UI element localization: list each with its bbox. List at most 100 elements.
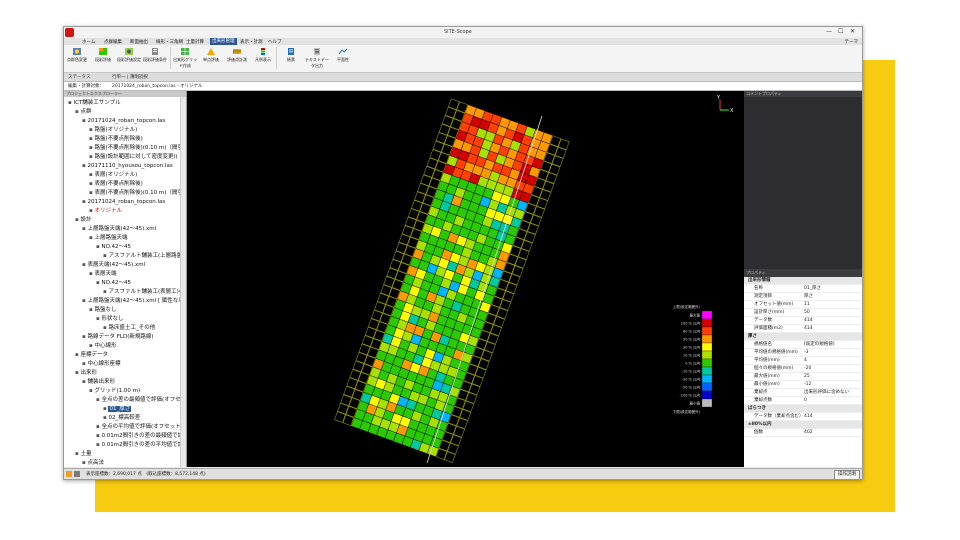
property-section[interactable]: 出来形情報 [744,277,862,285]
explorer-title: プロジェクトエクスプローラー [64,91,186,97]
help-button[interactable]: 操作説明 [834,470,860,479]
tree-item-label: 座標データ [80,352,108,358]
tree-item-label: 路盤(オリジナル) [94,127,138,133]
gradation-eval-icon [99,48,107,55]
tree-item[interactable]: ▪ 点高法 [82,458,104,467]
property-section[interactable]: ばらつき [744,405,862,413]
pointcloud-heatmap[interactable]: YX上限(設定範囲外)最大値100 % 以内80 % 以内50 % 以内30 %… [187,91,744,467]
tree-item-label: 中心線形座標 [87,361,121,367]
tree-item[interactable]: ▪ 0.01m2間引きの差の平均値で評価(オ [96,440,186,450]
property-row[interactable]: データ数 414 [744,317,862,325]
legend-swatch [701,382,713,392]
property-key: データ数 [754,318,772,323]
tree-item-label: 路盤(不要点削除後) [94,136,143,142]
property-key: 出来形情報 [748,278,771,283]
ribbon-button-single-point[interactable]: 単点評価 [198,47,224,63]
tree-item-label: 全点の平均値で評価(オフセット1 [101,424,185,430]
tree-item[interactable]: ▪ オリジナル [89,206,122,216]
tree-item-label: 02_標高較差 [108,415,141,421]
axis-x-label: X [730,108,734,114]
menu-as-built[interactable]: 出来形管理 [210,38,237,45]
property-key: オフセット値(mm) [754,302,794,307]
property-value: 出来形評価に含めない [804,390,849,395]
property-key: 最大値(mm) [754,374,780,379]
property-value: 11 [804,302,810,307]
property-value: [既定の規格値] [804,342,835,347]
property-row[interactable]: 設計厚さ(mm) 50 [744,309,862,317]
ribbon-toolbar: 点群色変更 段彩評価 段彩評価設定 段彩評価条件 出来形グリッド作成 単点評価 … [64,45,862,73]
ribbon-button-grid-create[interactable]: 出来形グリッド作成 [172,47,198,69]
tree-item-label: 表層(不要点削除後) [94,181,143,187]
legend-swatch [701,374,713,384]
3d-viewport[interactable]: Y X 上限(設定範囲外) 最大値 100 % 以内 80 % 以内 50 % 以内 30 %… [187,91,744,467]
save-icon[interactable] [74,471,80,477]
ribbon-button-gradation-conditions[interactable]: 段彩評価条件 [142,47,168,63]
tree-item-label: 舗装出来形 [87,379,115,385]
legend-swatch [701,390,713,400]
property-key: 厚さ [748,334,757,339]
property-key: 名称 [754,286,763,291]
property-row[interactable]: 測定項目 厚さ [744,293,862,301]
property-section[interactable]: 厚さ [744,333,862,341]
property-value: -3 [804,350,809,355]
property-row[interactable]: オフセット値(mm) 11 [744,301,862,309]
legend-swatch [701,366,713,376]
property-row[interactable]: 名称 01_厚さ [744,285,862,293]
app-window: SiTE-Scope — ☐ ✕ ホーム 点群編集 断面抽出 線形・三角網 土量… [63,26,863,480]
status-label: ステータス [68,75,91,80]
target-path-row: 編集・計算対象： 20171024_roban_topcon.las ‐ オリジ… [64,82,862,91]
text-export-icon [314,48,320,55]
tree-item-label: 形状なし [101,316,124,322]
minimize-button[interactable]: — [826,28,832,35]
property-key: 最小値(mm) [754,382,780,387]
property-row[interactable]: データ数（棄却点含む） 414 [744,413,862,421]
maximize-button[interactable]: ☐ [838,28,843,35]
tree-item-label: 路床盛土工_その他 [108,325,156,331]
property-row[interactable]: 最小値(mm) -12 [744,381,862,389]
property-value: -20 [804,366,812,371]
tree-item-label: 路盤なし [94,307,117,313]
property-row[interactable]: 平均値(mm) 4 [744,357,862,365]
property-grid: 出来形情報 名称 01_厚さ 測定項目 厚さ オフセット値(mm) 11 設計厚さ(mm) 50… [744,277,862,467]
tree-item-label: 表層天端(42〜45).xml [87,262,146,268]
status-row: ステータス 行単一 | 薄明読択 [64,73,862,82]
property-row[interactable]: 平均値の規格値(mm) -3 [744,349,862,357]
property-value: 01_厚さ [804,286,821,291]
property-section[interactable]: ±80%以内 [744,421,862,429]
property-value: 414 [804,318,813,323]
status-value[interactable]: 行単一 | 薄明読択 [112,74,148,80]
legend-label: -100 % 以内 [680,393,701,398]
ribbon-button-gradation-settings[interactable]: 段彩評価設定 [116,47,142,63]
property-row[interactable]: 規格値名 [既定の規格値] [744,341,862,349]
ribbon-button-report[interactable]: 帳票 [278,47,304,63]
property-row[interactable]: 棄却点 出来形評価に含めない [744,389,862,397]
ribbon-button-gradation-eval[interactable]: 段彩評価 [90,47,116,63]
ribbon-button-eval-measure[interactable]: 評価点計測 [224,47,250,63]
legend-label: 30 % 以内 [683,345,701,350]
tree-item-label: 20171024_roban_topcon.las [87,199,166,205]
property-value: 4 [804,358,807,363]
legend-label: -10 % 以内 [682,369,701,374]
ribbon-button-legend[interactable]: 凡例表示 [250,47,276,63]
property-row[interactable]: 棄却点数 0 [744,397,862,405]
ribbon-button-color-change[interactable]: 点群色変更 [64,47,90,63]
folder-icon[interactable] [66,471,72,477]
tree-item-label: 路盤(不要点削除後)(0.10 m)（間引 [94,145,183,151]
app-logo-icon[interactable] [65,28,74,37]
property-row[interactable]: 個数 402 [744,429,862,437]
property-row[interactable]: 評価面積(m2) 414 [744,325,862,333]
explorer-scrollbar[interactable] [180,97,186,467]
tree-item-label: オリジナル [94,208,122,214]
target-value[interactable]: 20171024_roban_topcon.las ‐ オリジナル [112,83,203,89]
ribbon-button-text-export[interactable]: テキストデータ出力 [304,47,330,69]
property-key: 測定項目 [754,294,772,299]
ribbon-button-flatness[interactable]: 平面性 [330,47,356,63]
status-bar: 表示座標数：2,690,017 点 (取込座標数：8,572,148 点) 操作… [64,468,862,479]
close-button[interactable]: ✕ [850,28,855,35]
tree-item-label: アスファルト舗装工(上層路盤工 [108,253,187,259]
property-row[interactable]: 個々の規格値(mm) -20 [744,365,862,373]
property-row[interactable]: 最大値(mm) 25 [744,373,862,381]
legend-label: 10 % 以内 [683,353,701,358]
ribbon-separator [276,47,277,69]
property-key: 個々の規格値(mm) [754,366,794,371]
